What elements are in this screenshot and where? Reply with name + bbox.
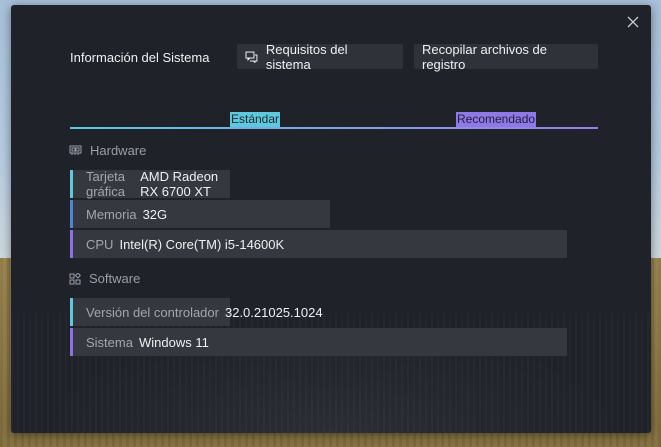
software-icon [69, 272, 81, 284]
collect-logs-button[interactable]: Recopilar archivos de registro [414, 41, 598, 72]
gpu-value: AMD Radeon RX 6700 XT [140, 169, 219, 199]
hardware-icon [69, 145, 82, 155]
system-requirements-label: Requisitos del sistema [265, 41, 348, 72]
hardware-row-gpu: Tarjeta gráfica AMD Radeon RX 6700 XT [70, 169, 230, 199]
memory-label: Memoria [86, 206, 137, 222]
software-row-driver: Versión del controlador 32.0.21025.1024 [70, 298, 323, 326]
close-button[interactable] [623, 12, 643, 32]
chat-icon [245, 51, 258, 63]
tab-standard[interactable]: Estándar [230, 112, 281, 127]
dialog-title: Información del Sistema [70, 50, 210, 65]
cpu-label: CPU [86, 236, 114, 252]
collect-logs-label: Recopilar archivos de registro [422, 41, 548, 72]
os-label: Sistema [86, 334, 133, 350]
os-value: Windows 11 [138, 334, 209, 350]
close-icon [627, 16, 639, 28]
gpu-label: Tarjeta gráfica [86, 169, 126, 199]
cpu-value: Intel(R) Core(TM) i5-14600K [119, 236, 285, 252]
driver-version-label: Versión del controlador [86, 304, 219, 320]
hardware-row-memory: Memoria 32G [70, 200, 330, 228]
tab-bar: Estándar Recomendado [70, 112, 598, 130]
memory-value: 32G [142, 206, 168, 222]
tab-recommended[interactable]: Recomendado [456, 112, 537, 127]
tab-underline [70, 127, 598, 129]
system-requirements-button[interactable]: Requisitos del sistema [237, 41, 403, 72]
driver-version-value: 32.0.21025.1024 [224, 304, 323, 320]
software-section-title: Software [89, 271, 141, 286]
software-row-os: Sistema Windows 11 [70, 328, 567, 356]
hardware-section-header: Hardware [69, 143, 146, 158]
software-section-header: Software [69, 271, 140, 286]
hardware-section-title: Hardware [90, 143, 147, 158]
hardware-row-cpu: CPU Intel(R) Core(TM) i5-14600K [70, 230, 567, 258]
system-info-dialog: Información del Sistema Requisitos del s… [11, 5, 651, 433]
